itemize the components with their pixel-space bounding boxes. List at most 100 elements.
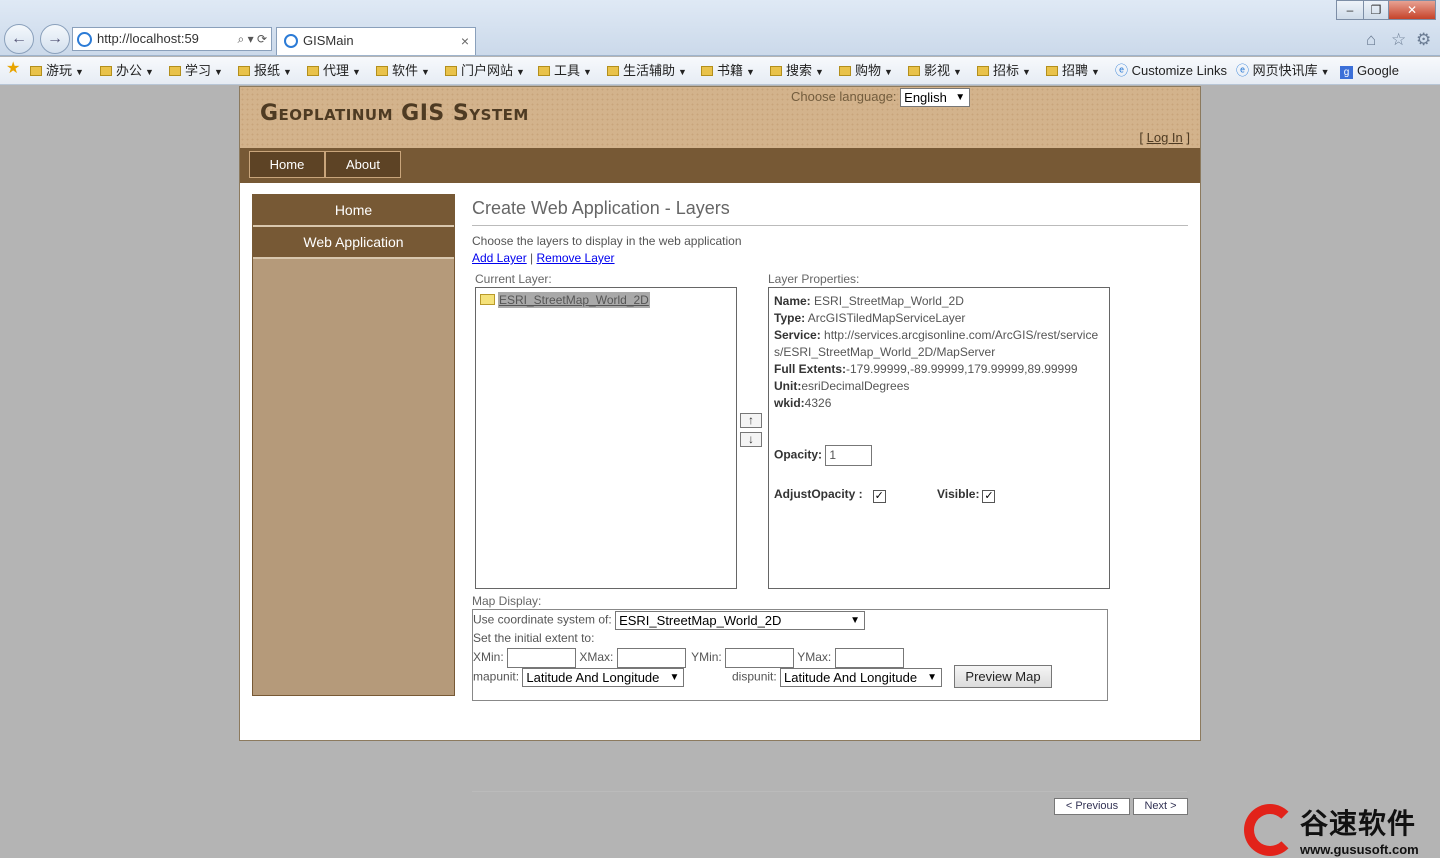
ie-icon xyxy=(284,34,298,48)
opacity-input[interactable]: 1 xyxy=(825,445,873,466)
fav-folder-13[interactable]: 招标 ▼ xyxy=(977,62,1031,80)
folder-icon xyxy=(169,66,181,76)
fav-folder-9[interactable]: 书籍 ▼ xyxy=(701,62,755,80)
chevron-down-icon: ▼ xyxy=(283,67,292,77)
language-chooser: Choose language: English ▼ xyxy=(791,88,971,107)
layer-list-item[interactable]: ESRI_StreetMap_World_2D xyxy=(480,292,650,308)
home-icon[interactable]: ⌂ xyxy=(1366,30,1376,50)
chevron-down-icon: ▼ xyxy=(884,67,893,77)
folder-icon xyxy=(480,294,495,305)
settings-gear-icon[interactable]: ⚙ xyxy=(1416,30,1431,50)
folder-icon xyxy=(445,66,457,76)
chevron-down-icon: ▼ xyxy=(953,67,962,77)
folder-icon xyxy=(538,66,550,76)
remove-layer-link[interactable]: Remove Layer xyxy=(537,251,615,265)
extent-row: XMin: XMax: YMin: YMax: xyxy=(473,648,904,668)
fav-folder-12[interactable]: 影视 ▼ xyxy=(908,62,962,80)
chevron-down-icon: ▼ xyxy=(214,67,223,77)
fav-folder-0[interactable]: 游玩 ▼ xyxy=(30,62,84,80)
next-button[interactable]: Next > xyxy=(1133,798,1188,815)
coordinate-system-select[interactable]: ESRI_StreetMap_World_2D ▼ xyxy=(615,611,866,630)
coord-row: Use coordinate system of: ESRI_StreetMap… xyxy=(473,611,866,630)
fav-google[interactable]: g Google xyxy=(1340,62,1399,80)
forward-button[interactable]: → xyxy=(40,24,70,54)
tab-gismain[interactable]: GISMain × xyxy=(276,27,476,55)
fav-customize-links[interactable]: ⓔ Customize Links xyxy=(1115,62,1227,80)
current-layer-list[interactable]: ESRI_StreetMap_World_2D xyxy=(475,287,737,589)
sidebar-item-web-application[interactable]: Web Application xyxy=(253,227,454,259)
maximize-button[interactable]: ❐ xyxy=(1363,0,1389,20)
login-area: [ Log In ] xyxy=(1139,130,1190,145)
fav-folder-6[interactable]: 门户网站 ▼ xyxy=(445,62,525,80)
preview-map-button[interactable]: Preview Map xyxy=(954,665,1052,688)
page-title: Create Web Application - Layers xyxy=(472,194,1188,226)
previous-button[interactable]: < Previous xyxy=(1054,798,1130,815)
mapunit-select[interactable]: Latitude And Longitude ▼ xyxy=(522,668,685,687)
address-bar[interactable]: http://localhost:59 ⌕ ▾ ⟳ xyxy=(72,27,272,51)
watermark-text: 谷速软件 xyxy=(1300,807,1417,840)
fav-folder-2[interactable]: 学习 ▼ xyxy=(169,62,223,80)
browser-titlebar: ← → http://localhost:59 ⌕ ▾ ⟳ GISMain × … xyxy=(0,0,1440,56)
watermark-logo: 谷速软件 www.gususoft.com xyxy=(1240,800,1440,858)
back-button[interactable]: ← xyxy=(4,24,34,54)
current-layer-label: Current Layer: xyxy=(475,272,552,286)
folder-icon xyxy=(376,66,388,76)
favorites-star-icon[interactable]: ☆ xyxy=(1391,30,1406,50)
chevron-down-icon: ▼ xyxy=(516,67,525,77)
visible-checkbox[interactable]: ✓ xyxy=(982,490,996,503)
fav-folder-14[interactable]: 招聘 ▼ xyxy=(1046,62,1100,80)
fav-folder-3[interactable]: 报纸 ▼ xyxy=(238,62,292,80)
prop-extents: Full Extents:-179.99999,-89.99999,179.99… xyxy=(774,362,1078,376)
address-tools-icon[interactable]: ⌕ ▾ ⟳ xyxy=(238,28,267,50)
language-label: Choose language: xyxy=(791,88,897,104)
address-text: http://localhost:59 xyxy=(97,31,199,46)
layer-properties-panel: Name: ESRI_StreetMap_World_2D Type: ArcG… xyxy=(768,287,1110,589)
chevron-down-icon: ▼ xyxy=(145,67,154,77)
layer-properties-label: Layer Properties: xyxy=(768,272,860,286)
move-layer-down-button[interactable]: ↓ xyxy=(740,432,762,447)
fav-folder-1[interactable]: 办公 ▼ xyxy=(100,62,154,80)
ymax-input[interactable] xyxy=(834,648,904,668)
minimize-button[interactable]: – xyxy=(1336,0,1364,20)
ie-icon: ⓔ xyxy=(1236,63,1253,78)
login-link[interactable]: Log In xyxy=(1147,130,1183,145)
fav-folder-4[interactable]: 代理 ▼ xyxy=(307,62,361,80)
folder-icon xyxy=(100,66,112,76)
fav-folder-10[interactable]: 搜索 ▼ xyxy=(770,62,824,80)
fav-folder-11[interactable]: 购物 ▼ xyxy=(839,62,893,80)
menu-home[interactable]: Home xyxy=(249,151,325,178)
add-layer-link[interactable]: Add Layer xyxy=(472,251,527,265)
fav-folder-7[interactable]: 工具 ▼ xyxy=(538,62,592,80)
site-brand: Geoplatinum GIS System xyxy=(260,101,529,126)
prop-type: Type: ArcGISTiledMapServiceLayer xyxy=(774,311,966,325)
web-page: Geoplatinum GIS System Choose language: … xyxy=(239,86,1201,815)
favorites-icon[interactable]: ★ xyxy=(6,60,20,78)
close-window-button[interactable]: ✕ xyxy=(1388,0,1436,20)
gusu-logo-icon xyxy=(1244,804,1296,856)
adjust-opacity-checkbox[interactable]: ✓ xyxy=(872,490,886,503)
fav-folder-8[interactable]: 生活辅助 ▼ xyxy=(607,62,687,80)
chevron-down-icon: ▼ xyxy=(927,672,938,683)
ymin-input[interactable] xyxy=(725,648,795,668)
chevron-down-icon: ▼ xyxy=(955,92,966,103)
chevron-down-icon: ▼ xyxy=(1320,67,1330,77)
menu-about[interactable]: About xyxy=(325,151,401,178)
chevron-down-icon: ▼ xyxy=(1091,67,1100,77)
prop-service-cont: s/ESRI_StreetMap_World_2D/MapServer xyxy=(774,345,996,359)
tab-close-icon[interactable]: × xyxy=(461,28,469,54)
xmin-input[interactable] xyxy=(507,648,577,668)
xmax-input[interactable] xyxy=(616,648,686,668)
fav-folder-5[interactable]: 软件 ▼ xyxy=(376,62,430,80)
move-layer-up-button[interactable]: ↑ xyxy=(740,413,762,428)
language-select[interactable]: English ▼ xyxy=(900,88,971,107)
map-display-panel: Use coordinate system of: ESRI_StreetMap… xyxy=(472,609,1108,701)
forward-arrow-icon: → xyxy=(47,30,63,47)
fav-quick-library[interactable]: ⓔ 网页快讯库 ▼ xyxy=(1236,62,1330,80)
dispunit-select[interactable]: Latitude And Longitude ▼ xyxy=(780,668,943,687)
sidebar-item-home[interactable]: Home xyxy=(253,195,454,227)
chevron-down-icon: ▼ xyxy=(669,672,680,683)
instructions: Choose the layers to display in the web … xyxy=(472,234,742,248)
folder-icon xyxy=(839,66,851,76)
chevron-down-icon: ▼ xyxy=(75,67,84,77)
chevron-down-icon: ▼ xyxy=(815,67,824,77)
